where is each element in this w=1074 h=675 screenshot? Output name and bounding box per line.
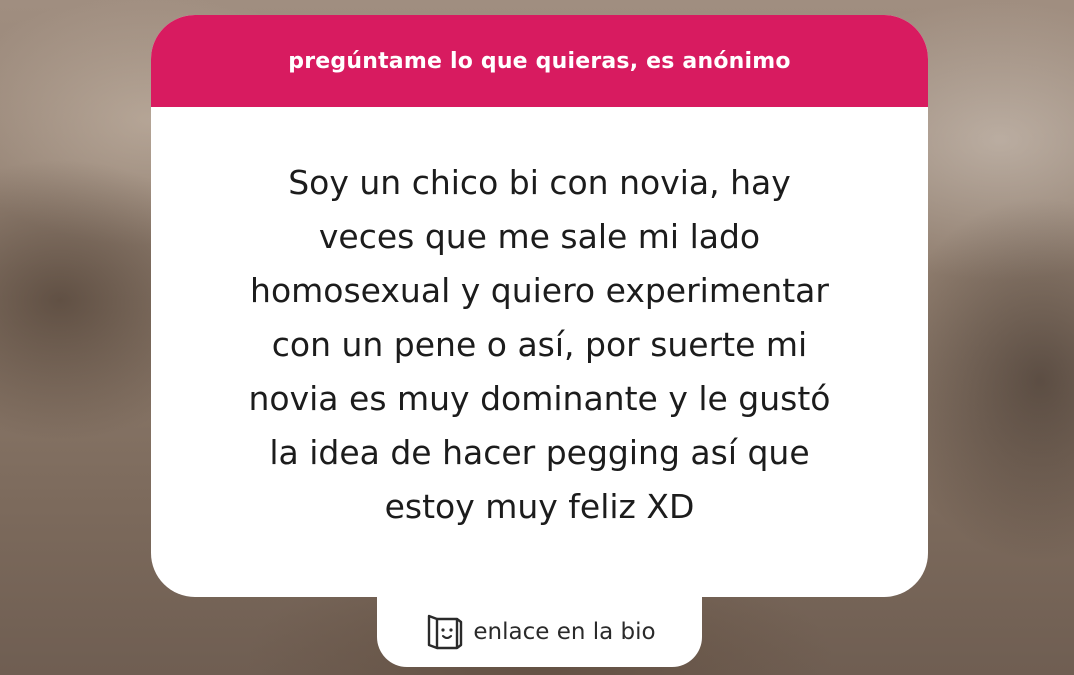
bio-link-text: enlace en la bio — [473, 619, 656, 645]
card-header: pregúntame lo que quieras, es anónimo — [151, 15, 928, 107]
bag-face-icon — [423, 612, 463, 652]
question-card: pregúntame lo que quieras, es anónimo So… — [151, 15, 928, 597]
bio-link-tab[interactable]: enlace en la bio — [377, 597, 702, 667]
question-text: Soy un chico bi con novia, hay veces que… — [248, 163, 831, 526]
prompt-title: pregúntame lo que quieras, es anónimo — [288, 48, 791, 74]
card-body: Soy un chico bi con novia, hay veces que… — [151, 107, 928, 597]
